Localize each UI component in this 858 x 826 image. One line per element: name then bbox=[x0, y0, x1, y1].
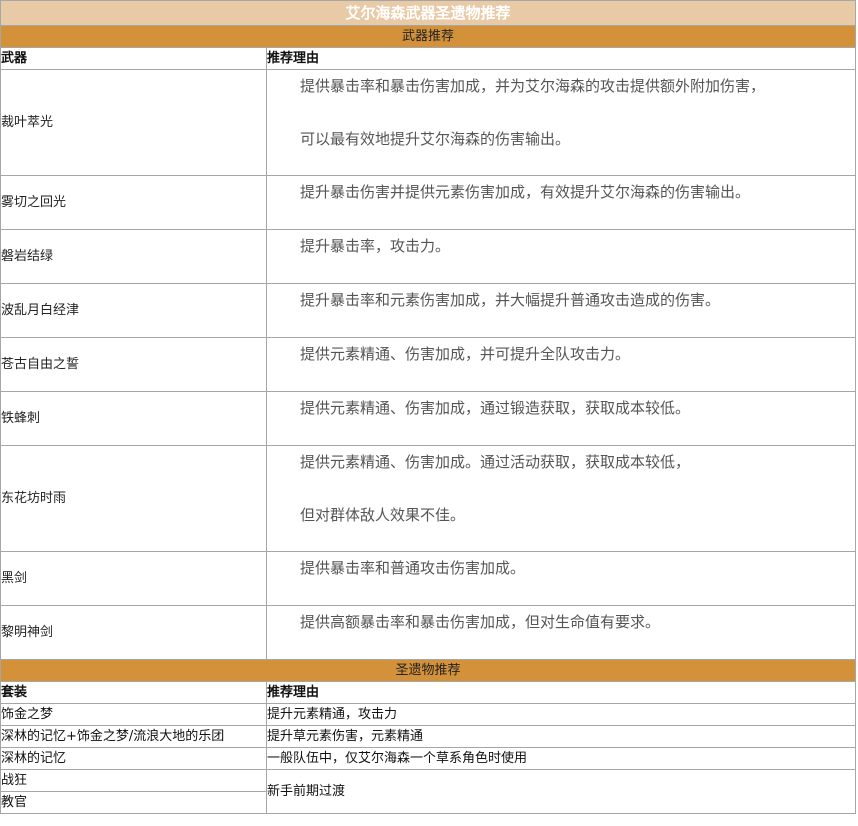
weapon-reason: 提供高额暴击率和暴击伤害加成，但对生命值有要求。 bbox=[265, 605, 857, 660]
weapon-reason-line: 提供暴击率和普通攻击伤害加成。 bbox=[300, 559, 526, 577]
weapon-name: 黎明神剑 bbox=[0, 605, 267, 660]
weapon-reason-line: 提供暴击率和暴击伤害加成，并为艾尔海森的攻击提供额外附加伤害， bbox=[300, 77, 766, 95]
artifact-reason: 一般队伍中，仅艾尔海森一个草系角色时使用 bbox=[265, 747, 857, 770]
weapon-name: 波乱月白经津 bbox=[0, 283, 267, 338]
weapon-reason-line: 提供元素精通、伤害加成，通过锻造获取，获取成本较低。 bbox=[300, 399, 691, 417]
weapon-reason: 提供暴击率和普通攻击伤害加成。 bbox=[265, 551, 857, 606]
weapon-row: 东花坊时雨 提供元素精通、伤害加成。通过活动获取，获取成本较低， 但对群体敌人效果不… bbox=[0, 445, 857, 552]
weapon-row: 裁叶萃光 提供暴击率和暴击伤害加成，并为艾尔海森的攻击提供额外附加伤害， 可以最有效… bbox=[0, 69, 857, 176]
reason-column-header: 推荐理由 bbox=[265, 681, 857, 704]
artifacts-section-label: 圣遗物推荐 bbox=[0, 659, 857, 682]
weapon-reason-line: 提供元素精通、伤害加成，并可提升全队攻击力。 bbox=[300, 345, 631, 363]
weapon-reason: 提供元素精通、伤害加成。通过活动获取，获取成本较低， 但对群体敌人效果不佳。 bbox=[265, 445, 857, 552]
weapon-reason: 提供元素精通、伤害加成，通过锻造获取，获取成本较低。 bbox=[265, 391, 857, 446]
artifact-row: 饰金之梦 提升元素精通，攻击力 bbox=[0, 703, 857, 726]
recommendation-table: 艾尔海森武器圣遗物推荐 武器推荐 武器 推荐理由 裁叶萃光 提供暴击率和暴击伤害加成，并为… bbox=[0, 0, 857, 814]
weapon-row: 黑剑 提供暴击率和普通攻击伤害加成。 bbox=[0, 551, 857, 606]
weapon-reason: 提升暴击率和元素伤害加成，并大幅提升普通攻击造成的伤害。 bbox=[265, 283, 857, 338]
weapon-reason: 提供暴击率和暴击伤害加成，并为艾尔海森的攻击提供额外附加伤害， 可以最有效地提升艾… bbox=[265, 69, 857, 176]
weapon-row: 铁蜂刺 提供元素精通、伤害加成，通过锻造获取，获取成本较低。 bbox=[0, 391, 857, 446]
weapons-section-row: 武器推荐 bbox=[0, 25, 857, 48]
weapon-reason-line: 但对群体敌人效果不佳。 bbox=[300, 506, 466, 524]
artifacts-header-row: 套装 推荐理由 bbox=[0, 681, 857, 704]
artifact-reason: 提升草元素伤害，元素精通 bbox=[265, 725, 857, 748]
set-column-header: 套装 bbox=[0, 681, 267, 704]
artifact-set-name: 战狂 bbox=[0, 769, 267, 792]
weapon-name: 裁叶萃光 bbox=[0, 69, 267, 176]
artifact-reason: 新手前期过渡 bbox=[265, 769, 857, 814]
weapon-reason-line: 提升暴击伤害并提供元素伤害加成，有效提升艾尔海森的伤害输出。 bbox=[300, 183, 751, 201]
weapon-row: 波乱月白经津 提升暴击率和元素伤害加成，并大幅提升普通攻击造成的伤害。 bbox=[0, 283, 857, 338]
reason-column-header: 推荐理由 bbox=[265, 47, 857, 70]
weapon-row: 雾切之回光 提升暴击伤害并提供元素伤害加成，有效提升艾尔海森的伤害输出。 bbox=[0, 175, 857, 230]
weapon-name: 雾切之回光 bbox=[0, 175, 267, 230]
weapon-reason-line: 提升暴击率，攻击力。 bbox=[300, 237, 451, 255]
weapon-reason-line: 可以最有效地提升艾尔海森的伤害输出。 bbox=[300, 130, 571, 148]
weapon-reason-line: 提升暴击率和元素伤害加成，并大幅提升普通攻击造成的伤害。 bbox=[300, 291, 721, 309]
artifacts-section-row: 圣遗物推荐 bbox=[0, 659, 857, 682]
weapons-header-row: 武器 推荐理由 bbox=[0, 47, 857, 70]
weapon-name: 磐岩结绿 bbox=[0, 229, 267, 284]
artifact-row: 战狂 新手前期过渡 bbox=[0, 769, 857, 814]
artifact-set-name: 深林的记忆 bbox=[0, 747, 267, 770]
weapon-row: 磐岩结绿 提升暴击率，攻击力。 bbox=[0, 229, 857, 284]
artifact-set-name: 饰金之梦 bbox=[0, 703, 267, 726]
table-body: 艾尔海森武器圣遗物推荐 武器推荐 武器 推荐理由 裁叶萃光 提供暴击率和暴击伤害加成，并为… bbox=[0, 0, 857, 814]
weapon-reason-line: 提供元素精通、伤害加成。通过活动获取，获取成本较低， bbox=[300, 453, 691, 471]
weapon-column-header: 武器 bbox=[0, 47, 267, 70]
artifact-row: 深林的记忆+饰金之梦/流浪大地的乐团 提升草元素伤害，元素精通 bbox=[0, 725, 857, 748]
weapon-reason-line: 提供高额暴击率和暴击伤害加成，但对生命值有要求。 bbox=[300, 613, 661, 631]
weapon-name: 东花坊时雨 bbox=[0, 445, 267, 552]
weapon-reason: 提供元素精通、伤害加成，并可提升全队攻击力。 bbox=[265, 337, 857, 392]
page-title: 艾尔海森武器圣遗物推荐 bbox=[0, 0, 857, 26]
weapon-reason: 提升暴击伤害并提供元素伤害加成，有效提升艾尔海森的伤害输出。 bbox=[265, 175, 857, 230]
title-row: 艾尔海森武器圣遗物推荐 bbox=[0, 0, 857, 26]
artifact-set-name: 教官 bbox=[0, 791, 267, 814]
weapon-reason: 提升暴击率，攻击力。 bbox=[265, 229, 857, 284]
weapon-name: 铁蜂刺 bbox=[0, 391, 267, 446]
weapon-name: 黑剑 bbox=[0, 551, 267, 606]
artifact-reason: 提升元素精通，攻击力 bbox=[265, 703, 857, 726]
weapon-name: 苍古自由之誓 bbox=[0, 337, 267, 392]
artifact-set-name: 深林的记忆+饰金之梦/流浪大地的乐团 bbox=[0, 725, 267, 748]
weapon-row: 苍古自由之誓 提供元素精通、伤害加成，并可提升全队攻击力。 bbox=[0, 337, 857, 392]
weapon-row: 黎明神剑 提供高额暴击率和暴击伤害加成，但对生命值有要求。 bbox=[0, 605, 857, 660]
artifact-row: 深林的记忆 一般队伍中，仅艾尔海森一个草系角色时使用 bbox=[0, 747, 857, 770]
weapons-section-label: 武器推荐 bbox=[0, 25, 857, 48]
